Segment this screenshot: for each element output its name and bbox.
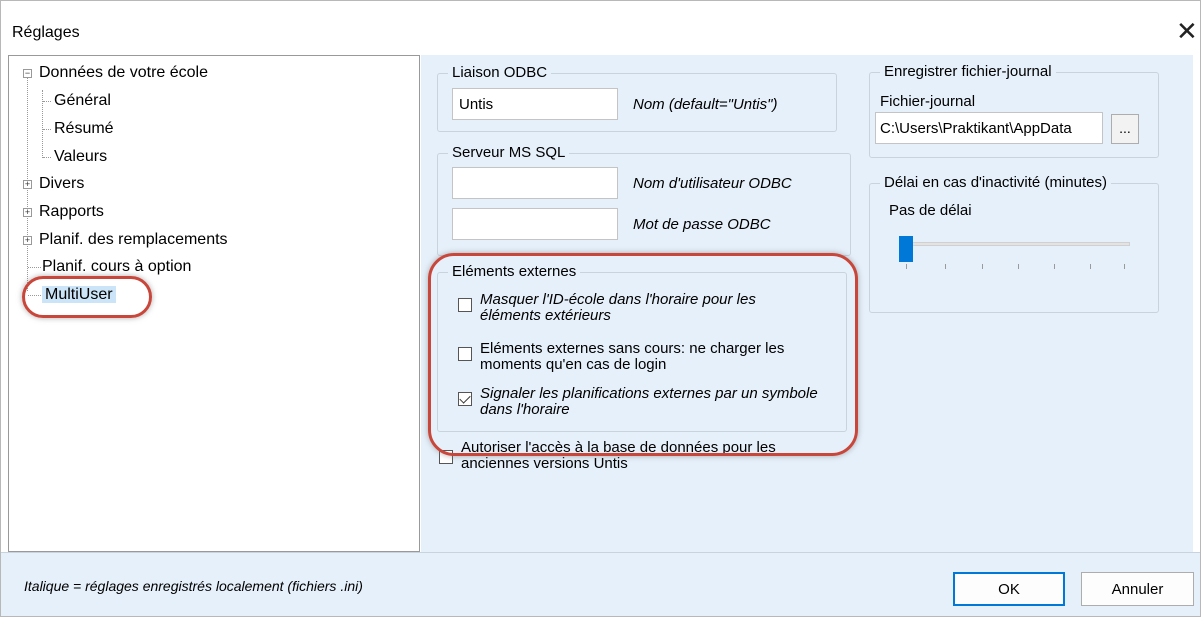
- expand-icon[interactable]: +: [23, 180, 32, 189]
- footer-note: Italique = réglages enregistrés localeme…: [24, 578, 363, 594]
- hide-school-id-checkbox[interactable]: [458, 298, 472, 312]
- timeout-group-title: Délai en cas d'inactivité (minutes): [880, 174, 1111, 192]
- timeout-slider-track[interactable]: [900, 242, 1130, 246]
- slider-tick: [906, 264, 907, 269]
- odbc-username-input[interactable]: [452, 167, 618, 199]
- odbc-password-label: Mot de passe ODBC: [633, 216, 771, 233]
- legacy-access-label: Autoriser l'accès à la base de données p…: [461, 439, 776, 472]
- tree-line: [28, 295, 41, 296]
- legacy-access-checkbox[interactable]: [439, 450, 453, 464]
- slider-tick: [1054, 264, 1055, 269]
- tree-item-donnees-ecole[interactable]: Données de votre école: [39, 61, 208, 85]
- slider-tick: [982, 264, 983, 269]
- odbc-group-title: Liaison ODBC: [448, 64, 552, 82]
- tree-item-cours-option[interactable]: Planif. cours à option: [42, 255, 191, 279]
- odbc-username-label: Nom d'utilisateur ODBC: [633, 175, 792, 192]
- title-bar: [0, 0, 1201, 62]
- log-file-input[interactable]: [875, 112, 1103, 144]
- external-elements-group-title: Eléments externes: [448, 263, 581, 281]
- option-legacy-access[interactable]: Autoriser l'accès à la base de données p…: [439, 440, 821, 472]
- odbc-name-label: Nom (default="Untis"): [633, 96, 778, 113]
- external-no-lessons-label: Eléments externes sans cours: ne charger…: [480, 340, 785, 373]
- browse-button[interactable]: ...: [1111, 114, 1139, 144]
- log-file-label: Fichier-journal: [880, 93, 976, 110]
- odbc-name-input[interactable]: [452, 88, 618, 120]
- tree-line: [43, 129, 51, 130]
- ok-button[interactable]: OK: [953, 572, 1065, 606]
- tree-line: [43, 157, 51, 158]
- signal-external-checkbox[interactable]: [458, 392, 472, 406]
- settings-tree: − Données de votre école Général Résumé …: [8, 55, 420, 552]
- tree-line: [43, 101, 51, 102]
- tree-item-resume[interactable]: Résumé: [54, 117, 114, 141]
- close-icon[interactable]: ✕: [1176, 16, 1198, 46]
- tree-item-general[interactable]: Général: [54, 89, 111, 113]
- tree-item-rapports[interactable]: Rapports: [39, 200, 104, 224]
- tree-item-divers[interactable]: Divers: [39, 172, 84, 196]
- hide-school-id-label: Masquer l'ID-école dans l'horaire pour l…: [480, 291, 756, 324]
- slider-tick: [1018, 264, 1019, 269]
- signal-external-label: Signaler les planifications externes par…: [480, 385, 818, 418]
- log-group-title: Enregistrer fichier-journal: [880, 63, 1056, 81]
- external-no-lessons-checkbox[interactable]: [458, 347, 472, 361]
- timeout-value-label: Pas de délai: [889, 202, 972, 219]
- timeout-slider-thumb[interactable]: [899, 236, 913, 262]
- slider-tick: [1090, 264, 1091, 269]
- sql-server-group-title: Serveur MS SQL: [448, 144, 570, 162]
- tree-item-valeurs[interactable]: Valeurs: [54, 145, 107, 169]
- tree-item-remplacements[interactable]: Planif. des remplacements: [39, 228, 228, 252]
- option-external-no-lessons[interactable]: Eléments externes sans cours: ne charger…: [458, 341, 820, 373]
- tree-line: [28, 267, 41, 268]
- collapse-icon[interactable]: −: [23, 69, 32, 78]
- expand-icon[interactable]: +: [23, 236, 32, 245]
- window-title: Réglages: [12, 24, 80, 41]
- odbc-password-input[interactable]: [452, 208, 618, 240]
- slider-tick: [1124, 264, 1125, 269]
- option-hide-school-id[interactable]: Masquer l'ID-école dans l'horaire pour l…: [458, 292, 820, 324]
- option-signal-external[interactable]: Signaler les planifications externes par…: [458, 386, 820, 418]
- cancel-button[interactable]: Annuler: [1081, 572, 1194, 606]
- slider-tick: [945, 264, 946, 269]
- tree-item-multiuser-label: MultiUser: [42, 286, 116, 303]
- expand-icon[interactable]: +: [23, 208, 32, 217]
- tree-item-multiuser[interactable]: MultiUser: [42, 283, 116, 307]
